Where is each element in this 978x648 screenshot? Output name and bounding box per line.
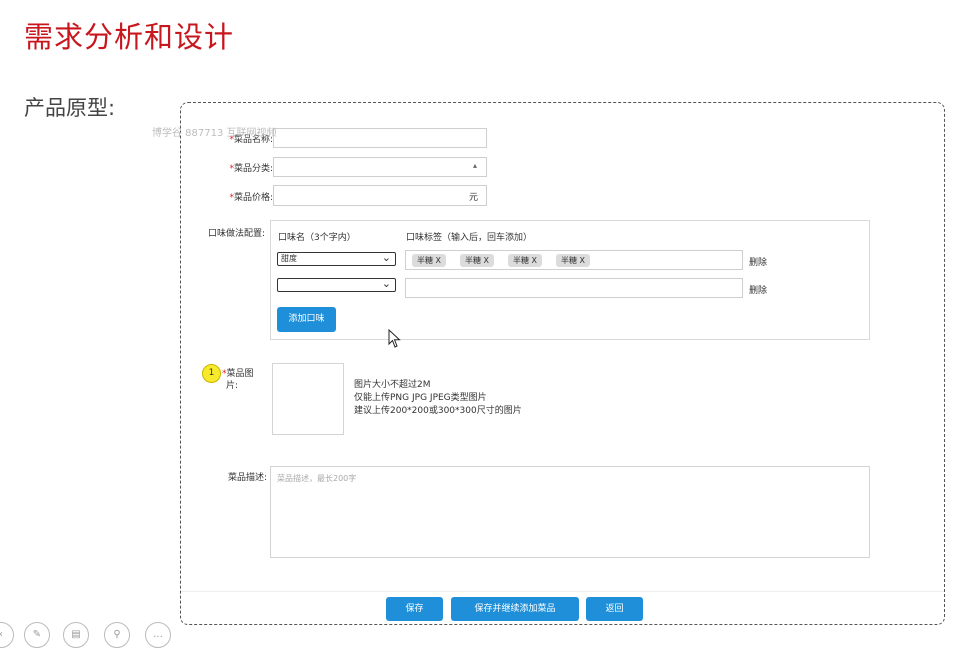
price-unit: 元 <box>468 193 478 203</box>
chevron-down-icon: ⌄ <box>381 251 391 264</box>
flavor-tag[interactable]: 半糖 X <box>556 254 591 267</box>
flavor-tags-input[interactable] <box>405 278 743 298</box>
flavor-tags-input[interactable]: 半糖 X 半糖 X 半糖 X 半糖 X <box>405 250 743 270</box>
save-and-continue-button[interactable]: 保存并继续添加菜品 <box>451 597 579 621</box>
updown-icon: ▴ <box>472 161 477 170</box>
mouse-cursor-icon <box>388 328 402 353</box>
dish-price-label: *菜品价格: <box>229 193 273 203</box>
watermark: 博学谷 887713 互联网视频 <box>152 128 277 139</box>
prev-icon[interactable]: ‹ <box>0 622 14 648</box>
dish-description-textarea[interactable]: 菜品描述，最长200字 <box>270 466 870 558</box>
prototype-frame: *菜品名称: *菜品分类: ▴ *菜品价格: 元 口味做法配置: 口味名（3个字… <box>180 102 945 625</box>
footer-divider <box>181 591 944 592</box>
flavor-name-select[interactable]: 甜度 ⌄ <box>277 252 396 266</box>
zoom-icon[interactable]: ⚲ <box>104 622 130 648</box>
dish-category-label: *菜品分类: <box>229 164 273 174</box>
flavor-tags-header: 口味标签（输入后，回车添加） <box>406 233 533 243</box>
flavor-config-label: 口味做法配置: <box>207 229 265 239</box>
image-hints: 图片大小不超过2M 仅能上传PNG JPG JPEG类型图片 建议上传200*2… <box>354 380 522 416</box>
annotation-marker: 1 <box>202 364 221 383</box>
flavor-name-header: 口味名（3个字内） <box>278 233 356 243</box>
dish-price-input[interactable]: 元 <box>273 185 487 206</box>
flavor-config-panel: 口味名（3个字内） 口味标签（输入后，回车添加） 甜度 ⌄ 半糖 X 半糖 X … <box>270 220 870 340</box>
pen-icon[interactable]: ✎ <box>24 622 50 648</box>
dish-description-label: 菜品描述: <box>227 473 267 483</box>
back-button[interactable]: 返回 <box>586 597 643 621</box>
save-button[interactable]: 保存 <box>386 597 443 621</box>
flavor-name-select[interactable]: ⌄ <box>277 278 396 292</box>
slide-title: 需求分析和设计 <box>24 20 235 54</box>
image-upload-box[interactable] <box>272 363 344 435</box>
more-icon[interactable]: ... <box>145 622 171 648</box>
chevron-down-icon: ⌄ <box>381 277 391 290</box>
add-flavor-button[interactable]: 添加口味 <box>277 307 336 332</box>
dish-category-select[interactable]: ▴ <box>273 157 487 177</box>
delete-flavor-link[interactable]: 删除 <box>749 255 767 268</box>
flavor-tag[interactable]: 半糖 X <box>412 254 447 267</box>
slide-subtitle: 产品原型: <box>24 96 116 120</box>
flavor-tag[interactable]: 半糖 X <box>460 254 495 267</box>
dish-name-input[interactable] <box>273 128 487 148</box>
flavor-tag[interactable]: 半糖 X <box>508 254 543 267</box>
dish-image-label: *菜品图 片: <box>222 369 254 391</box>
delete-flavor-link[interactable]: 删除 <box>749 283 767 296</box>
slides-icon[interactable]: ▤ <box>63 622 89 648</box>
